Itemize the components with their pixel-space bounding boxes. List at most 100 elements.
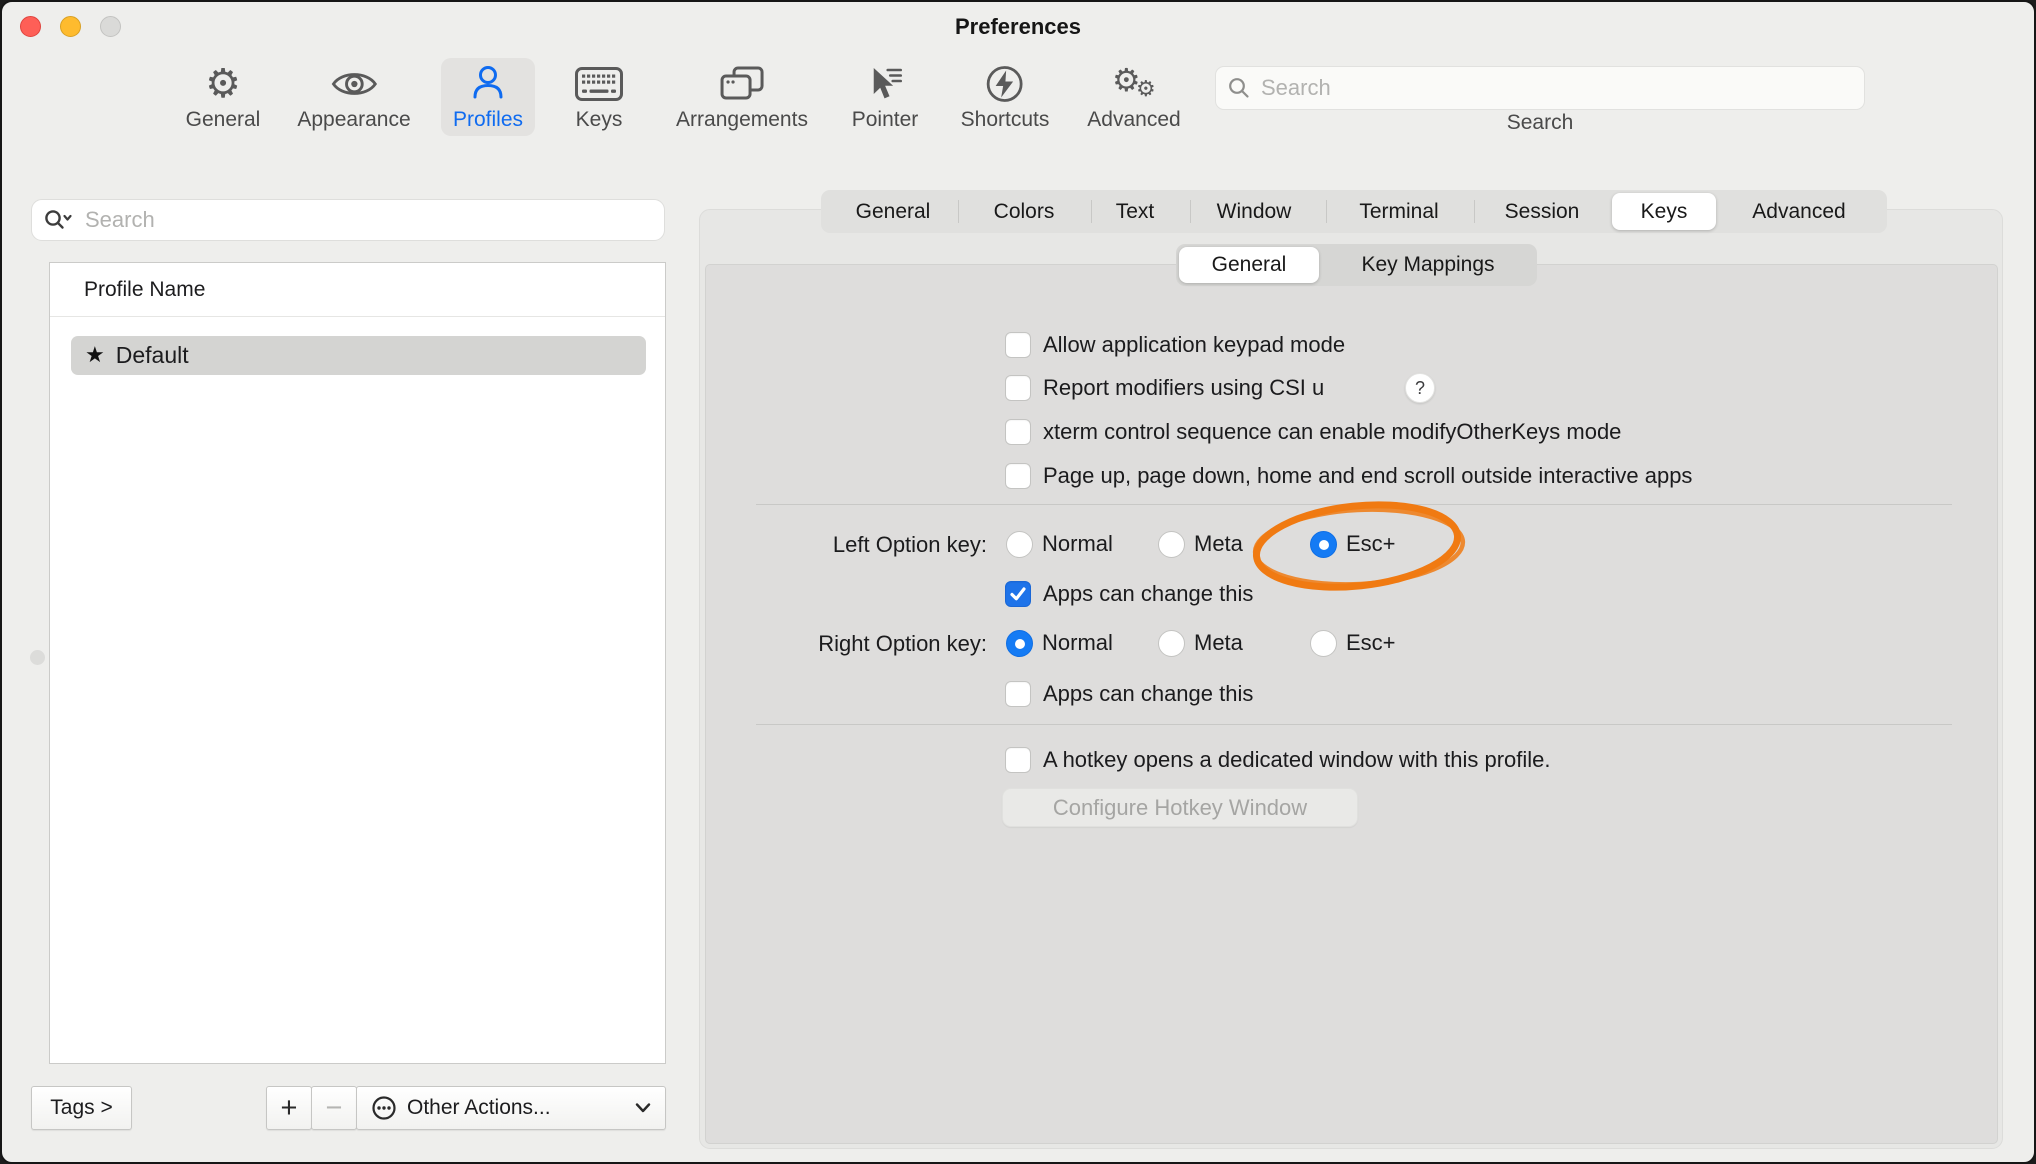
search-icon	[1228, 77, 1250, 99]
remove-profile-button[interactable]: −	[311, 1086, 357, 1130]
toolbar-item-appearance[interactable]: Appearance	[285, 58, 422, 136]
tab-separator	[1474, 200, 1475, 223]
toolbar-item-advanced[interactable]: ⚙ ⚙ Advanced	[1075, 58, 1192, 136]
tab-separator	[958, 200, 959, 223]
toolbar-item-profiles[interactable]: Profiles	[441, 58, 535, 136]
toolbar-item-label: General	[186, 108, 261, 132]
toolbar-item-pointer[interactable]: Pointer	[840, 58, 931, 136]
checkbox-label: Report modifiers using CSI u	[1043, 374, 1324, 402]
profile-list-header: Profile Name	[84, 278, 205, 302]
configure-hotkey-window-button[interactable]: Configure Hotkey Window	[1002, 788, 1358, 827]
toolbar-item-label: Keys	[576, 108, 623, 132]
toolbar-item-shortcuts[interactable]: Shortcuts	[949, 58, 1062, 136]
toolbar-search-label: Search	[1507, 111, 1574, 135]
tags-button[interactable]: Tags >	[31, 1086, 132, 1130]
toolbar-search-input[interactable]	[1259, 74, 1852, 102]
tab-separator	[1190, 200, 1191, 223]
keyboard-icon	[575, 63, 623, 105]
toolbar-search-field[interactable]	[1215, 66, 1865, 110]
cursor-icon	[865, 63, 905, 105]
left-option-key-label: Left Option key:	[692, 530, 987, 559]
circled-ellipsis-icon	[371, 1095, 397, 1121]
checkmark-icon	[1008, 584, 1028, 604]
help-button[interactable]: ?	[1405, 373, 1435, 403]
radio-left-esc[interactable]	[1310, 531, 1337, 558]
profile-list: Profile Name ★ Default	[49, 262, 666, 1064]
tab-advanced[interactable]: Advanced	[1752, 190, 1845, 233]
right-option-key-label: Right Option key:	[692, 629, 987, 658]
subtab-key-mappings[interactable]: Key Mappings	[1361, 244, 1494, 286]
checkbox-label: Apps can change this	[1043, 680, 1253, 708]
person-icon	[468, 63, 508, 105]
radio-label: Esc+	[1346, 530, 1396, 558]
radio-label: Meta	[1194, 629, 1243, 657]
other-actions-label: Other Actions...	[407, 1096, 551, 1120]
tab-separator	[1091, 200, 1092, 223]
radio-label: Esc+	[1346, 629, 1396, 657]
toolbar-item-label: Appearance	[297, 108, 410, 132]
eye-icon	[331, 63, 377, 105]
other-actions-dropdown[interactable]: Other Actions...	[356, 1086, 666, 1130]
radio-right-meta[interactable]	[1158, 630, 1185, 657]
star-icon: ★	[85, 343, 105, 368]
keys-pane-background	[705, 264, 1998, 1144]
profile-search-field[interactable]	[31, 199, 665, 241]
tab-general[interactable]: General	[856, 190, 931, 233]
sidebar-drag-dot	[30, 650, 45, 665]
lightning-icon	[985, 63, 1025, 105]
tab-separator	[1326, 200, 1327, 223]
list-header-divider	[50, 316, 665, 317]
tab-session[interactable]: Session	[1505, 190, 1580, 233]
checkbox-label: Allow application keypad mode	[1043, 331, 1345, 359]
radio-label: Meta	[1194, 530, 1243, 558]
windows-icon	[720, 63, 764, 105]
radio-label: Normal	[1042, 629, 1113, 657]
profile-name: Default	[116, 342, 189, 369]
search-scope-icon	[44, 209, 74, 231]
radio-right-esc[interactable]	[1310, 630, 1337, 657]
profile-row-default[interactable]: ★ Default	[71, 336, 646, 375]
checkbox-label: Page up, page down, home and end scroll …	[1043, 462, 1692, 490]
toolbar-item-label: Profiles	[453, 108, 523, 132]
minus-icon: −	[326, 1094, 343, 1123]
radio-label: Normal	[1042, 530, 1113, 558]
window-title: Preferences	[2, 14, 2034, 40]
tab-text[interactable]: Text	[1116, 190, 1155, 233]
checkbox-modifyotherkeys[interactable]	[1005, 419, 1031, 445]
tab-terminal[interactable]: Terminal	[1359, 190, 1438, 233]
chevron-down-icon	[635, 1103, 651, 1113]
checkbox-label: Apps can change this	[1043, 580, 1253, 608]
tab-colors[interactable]: Colors	[994, 190, 1055, 233]
radio-left-meta[interactable]	[1158, 531, 1185, 558]
radio-left-normal[interactable]	[1006, 531, 1033, 558]
radio-right-normal[interactable]	[1006, 630, 1033, 657]
toolbar-item-label: Pointer	[852, 108, 919, 132]
checkbox-keypad-mode[interactable]	[1005, 332, 1031, 358]
tab-keys[interactable]: Keys	[1641, 190, 1688, 233]
subtab-general[interactable]: General	[1212, 244, 1287, 286]
plus-icon: +	[281, 1094, 298, 1123]
checkbox-page-scroll[interactable]	[1005, 463, 1031, 489]
tags-button-label: Tags >	[50, 1096, 112, 1120]
toolbar-item-general[interactable]: ⚙ General	[174, 58, 273, 136]
checkbox-label: xterm control sequence can enable modify…	[1043, 418, 1621, 446]
section-divider	[756, 504, 1952, 505]
toolbar-item-keys[interactable]: Keys	[563, 58, 635, 136]
checkbox-csi-u[interactable]	[1005, 375, 1031, 401]
toolbar-item-label: Shortcuts	[961, 108, 1050, 132]
toolbar-item-arrangements[interactable]: Arrangements	[664, 58, 820, 136]
section-divider	[756, 724, 1952, 725]
tab-window[interactable]: Window	[1217, 190, 1292, 233]
checkbox-left-apps-can-change[interactable]	[1005, 581, 1031, 607]
gear-icon: ⚙	[205, 63, 241, 105]
checkbox-label: A hotkey opens a dedicated window with t…	[1043, 746, 1551, 774]
toolbar-item-label: Arrangements	[676, 108, 808, 132]
toolbar-item-label: Advanced	[1087, 108, 1180, 132]
add-profile-button[interactable]: +	[266, 1086, 312, 1130]
checkbox-hotkey-window[interactable]	[1005, 747, 1031, 773]
checkbox-right-apps-can-change[interactable]	[1005, 681, 1031, 707]
preferences-window: Preferences ⚙ General Appearance Profile…	[0, 0, 2036, 1164]
profile-search-input[interactable]	[83, 206, 652, 234]
profile-tabbar	[821, 190, 1887, 233]
double-gear-icon: ⚙ ⚙	[1110, 63, 1158, 105]
